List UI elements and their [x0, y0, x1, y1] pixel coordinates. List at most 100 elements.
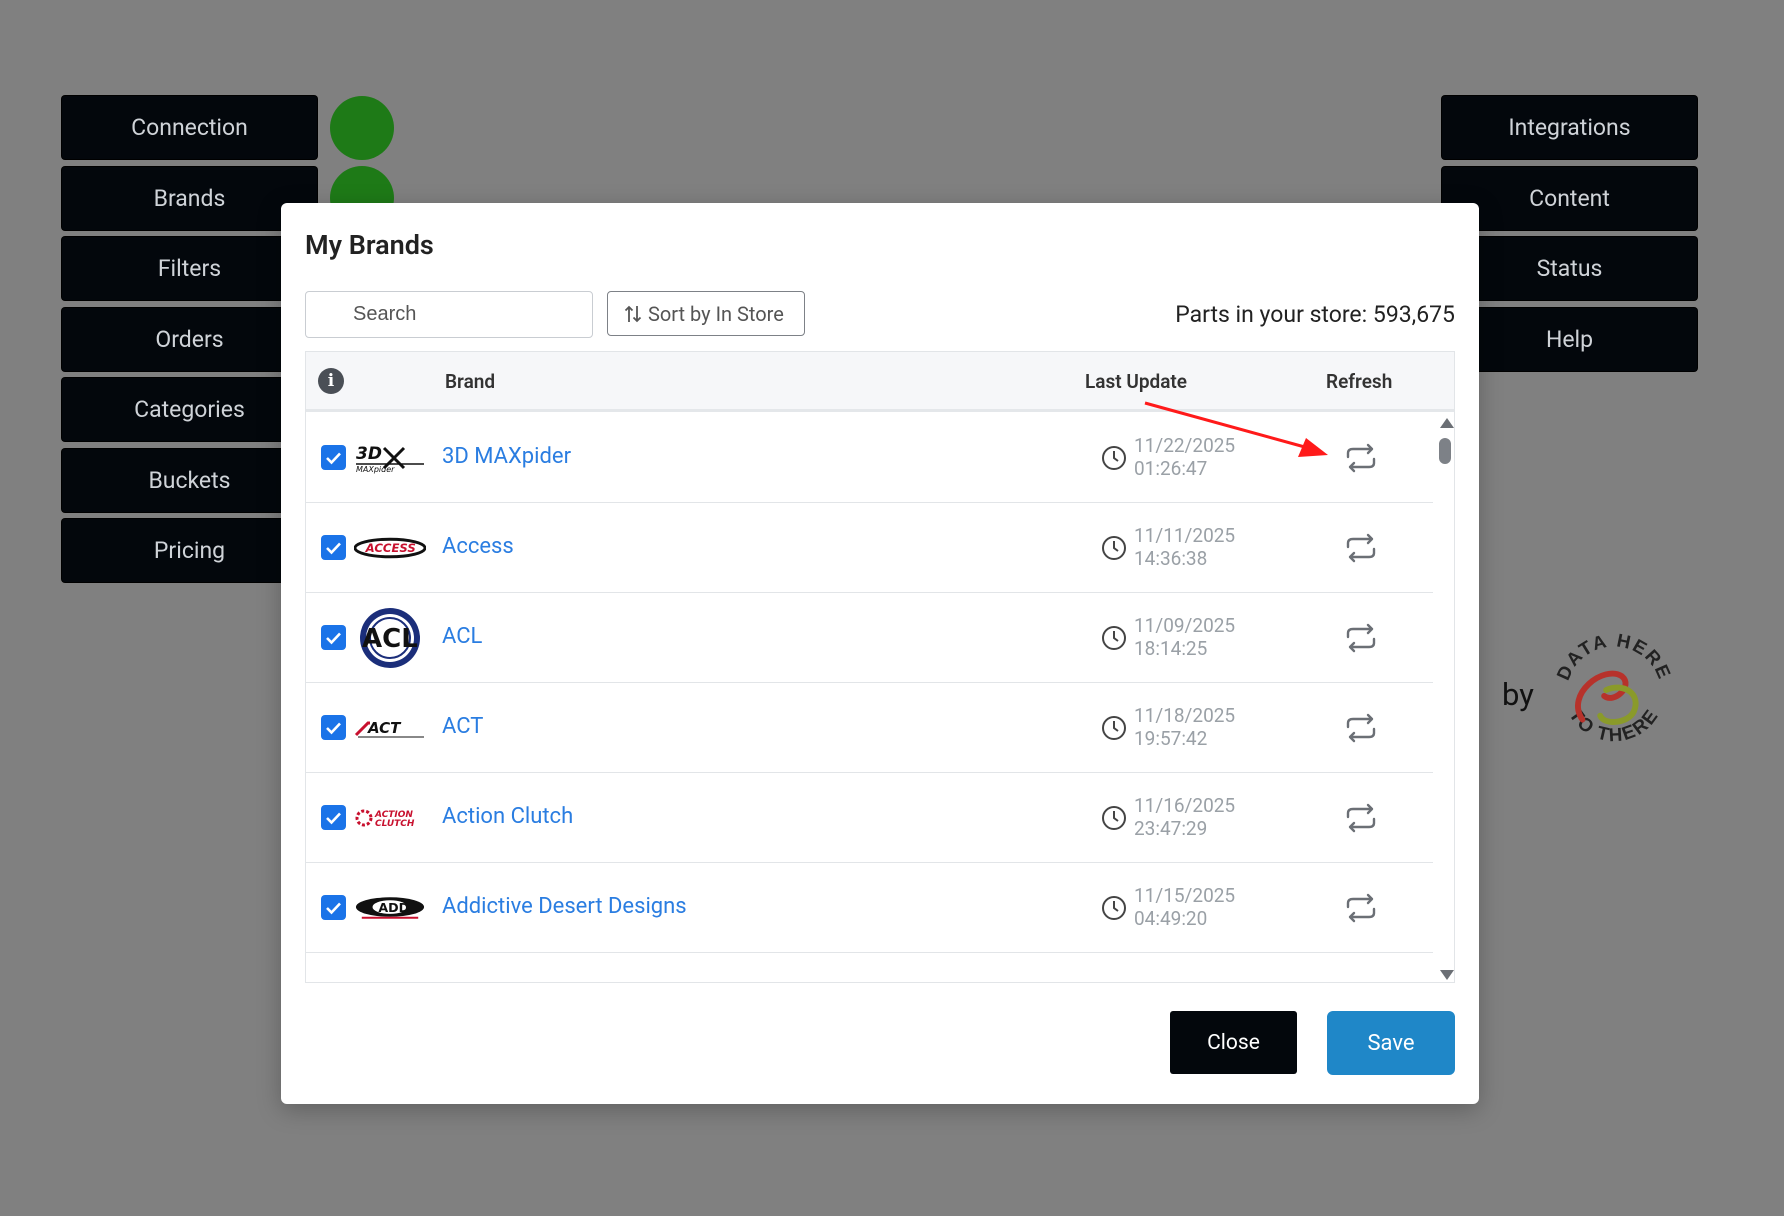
brand-name-link[interactable]: ACL — [442, 624, 482, 649]
refresh-icon[interactable] — [1344, 893, 1378, 923]
brand-name-link[interactable]: Action Clutch — [442, 804, 573, 829]
svg-text:3D: 3D — [356, 444, 382, 464]
last-update-time: 01:26:47 — [1134, 457, 1208, 480]
checkmark-icon — [326, 722, 341, 734]
clock-icon — [1102, 536, 1126, 560]
nav-help-button[interactable]: Help — [1442, 308, 1697, 371]
last-update-date: 11/15/2025 — [1134, 884, 1236, 907]
table-body: 3D MAXpider 3D MAXpider 11/22/2025 01:26:… — [306, 413, 1433, 982]
last-update-datetime: 11/16/2025 23:47:29 — [1134, 794, 1235, 840]
modal-title: My Brands — [305, 229, 434, 261]
last-update-date: 11/11/2025 — [1134, 524, 1236, 547]
table-row: ACL ACL 11/09/2025 18:14:25 — [306, 593, 1433, 683]
nav-integrations-button[interactable]: Integrations — [1442, 96, 1697, 159]
svg-text:MAXpider: MAXpider — [356, 465, 395, 474]
brand-name-link[interactable]: 3D MAXpider — [442, 444, 571, 469]
brand-name-link[interactable]: ACT — [442, 714, 483, 739]
brand-checkbox[interactable] — [321, 535, 346, 560]
svg-text:ACL: ACL — [362, 624, 418, 654]
data-here-to-there-logo: DATA HERE TO THERE — [1552, 629, 1674, 745]
info-icon[interactable]: i — [318, 368, 344, 394]
refresh-icon[interactable] — [1344, 803, 1378, 833]
clock-icon — [1102, 446, 1126, 470]
scroll-up-arrow-icon[interactable] — [1440, 418, 1454, 428]
svg-text:CLUTCH: CLUTCH — [375, 819, 415, 829]
brand-column-header: Brand — [445, 370, 496, 393]
sort-by-in-store-button[interactable]: Sort by In Store — [607, 291, 805, 336]
last-update-date: 11/22/2025 — [1134, 434, 1236, 457]
last-update-datetime: 11/18/2025 19:57:42 — [1134, 704, 1235, 750]
table-row: ACCESS Access 11/11/2025 14:36:38 — [306, 503, 1433, 593]
table-header: i Brand Last Update Refresh — [306, 352, 1454, 412]
last-update-date: 11/18/2025 — [1134, 704, 1236, 727]
last-update-datetime: 11/11/2025 14:36:38 — [1134, 524, 1235, 570]
refresh-icon[interactable] — [1344, 623, 1378, 653]
brand-logo: ACCESS — [354, 518, 426, 578]
checkmark-icon — [326, 632, 341, 644]
last-update-datetime: 11/09/2025 18:14:25 — [1134, 614, 1235, 660]
nav-brands-button[interactable]: Brands — [62, 167, 317, 230]
svg-text:ADD: ADD — [378, 900, 409, 915]
brand-logo: ACTION CLUTCH — [354, 788, 426, 848]
table-row: ACTION CLUTCH Action Clutch 11/16/2025 23… — [306, 773, 1433, 863]
my-brands-modal: My Brands Sort by In Store Parts in your… — [281, 203, 1479, 1104]
nav-buckets-button[interactable]: Buckets — [62, 449, 317, 512]
checkmark-icon — [326, 812, 341, 824]
refresh-icon[interactable] — [1344, 443, 1378, 473]
brand-checkbox[interactable] — [321, 715, 346, 740]
sort-label: Sort by In Store — [648, 301, 784, 326]
nav-categories-button[interactable]: Categories — [62, 378, 317, 441]
nav-content-button[interactable]: Content — [1442, 167, 1697, 230]
scrollbar[interactable] — [1433, 413, 1454, 982]
svg-text:ACT: ACT — [367, 719, 402, 737]
checkmark-icon — [326, 452, 341, 464]
search-input[interactable] — [305, 291, 593, 338]
svg-text:ACCESS: ACCESS — [365, 541, 416, 555]
clock-icon — [1102, 626, 1126, 650]
last-update-time: 19:57:42 — [1134, 727, 1208, 750]
clock-icon — [1102, 716, 1126, 740]
brand-logo: ACL — [354, 608, 426, 668]
nav-orders-button[interactable]: Orders — [62, 308, 317, 371]
clock-icon — [1102, 806, 1126, 830]
brands-table: i Brand Last Update Refresh 3D MAXpider 3… — [305, 351, 1455, 983]
checkmark-icon — [326, 542, 341, 554]
last-update-time: 23:47:29 — [1134, 817, 1208, 840]
last-update-time: 04:49:20 — [1134, 907, 1208, 930]
last-update-date: 11/09/2025 — [1134, 614, 1236, 637]
last-update-datetime: 11/15/2025 04:49:20 — [1134, 884, 1235, 930]
scroll-down-arrow-icon[interactable] — [1440, 970, 1454, 980]
last-update-time: 14:36:38 — [1134, 547, 1208, 570]
checkmark-icon — [326, 902, 341, 914]
refresh-icon[interactable] — [1344, 533, 1378, 563]
brand-name-link[interactable]: Access — [442, 534, 514, 559]
nav-status-button[interactable]: Status — [1442, 237, 1697, 300]
brand-logo: ADD — [354, 878, 426, 938]
last-update-datetime: 11/22/2025 01:26:47 — [1134, 434, 1235, 480]
by-label: by — [1502, 676, 1534, 713]
last-update-column-header: Last Update — [1085, 370, 1188, 393]
connection-status-dot — [330, 96, 394, 160]
save-button[interactable]: Save — [1327, 1011, 1455, 1075]
nav-connection-button[interactable]: Connection — [62, 96, 317, 159]
brand-checkbox[interactable] — [321, 625, 346, 650]
brand-checkbox[interactable] — [321, 895, 346, 920]
parts-count: Parts in your store: 593,675 — [1175, 301, 1455, 328]
nav-pricing-button[interactable]: Pricing — [62, 519, 317, 582]
brand-checkbox[interactable] — [321, 805, 346, 830]
brand-logo: ACT — [354, 698, 426, 758]
close-button[interactable]: Close — [1170, 1011, 1297, 1074]
brand-checkbox[interactable] — [321, 445, 346, 470]
nav-filters-button[interactable]: Filters — [62, 237, 317, 300]
table-row: ACT ACT 11/18/2025 19:57:42 — [306, 683, 1433, 773]
sort-arrows-icon — [624, 305, 642, 322]
last-update-date: 11/16/2025 — [1134, 794, 1236, 817]
last-update-time: 18:14:25 — [1134, 637, 1208, 660]
refresh-icon[interactable] — [1344, 713, 1378, 743]
brand-logo: 3D MAXpider — [354, 428, 426, 488]
table-row: 3D MAXpider 3D MAXpider 11/22/2025 01:26:… — [306, 413, 1433, 503]
refresh-column-header: Refresh — [1326, 370, 1393, 393]
brand-name-link[interactable]: Addictive Desert Designs — [442, 894, 687, 919]
table-row: ADD Addictive Desert Designs 11/15/2025 … — [306, 863, 1433, 953]
scrollbar-thumb[interactable] — [1439, 438, 1451, 464]
